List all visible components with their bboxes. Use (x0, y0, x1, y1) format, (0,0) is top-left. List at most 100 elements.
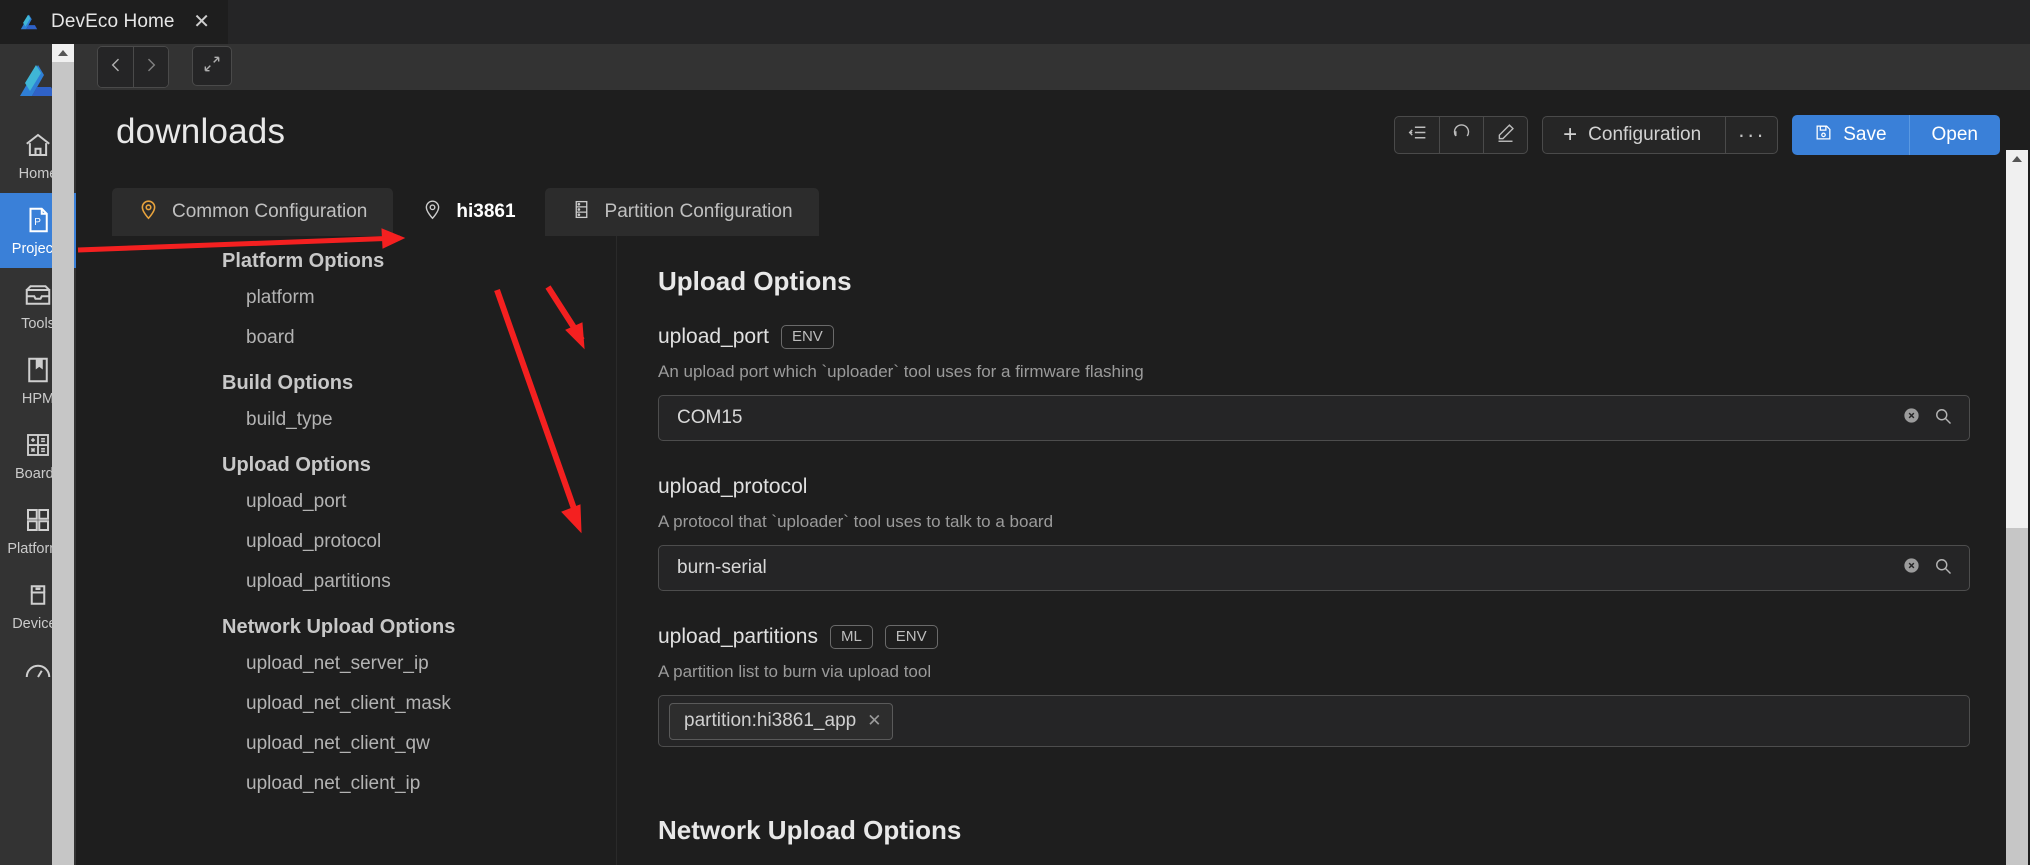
tree-group-upload-options: Upload Options (222, 454, 371, 476)
open-button[interactable]: Open (1910, 115, 2000, 155)
chip-remove-icon[interactable]: ✕ (867, 711, 881, 731)
field-description: An upload port which `uploader` tool use… (658, 362, 1144, 381)
project-file-icon: P (23, 205, 53, 235)
status-badge-env: ENV (884, 625, 938, 649)
close-icon[interactable]: ✕ (192, 12, 212, 32)
pencil-edit-icon (1495, 122, 1516, 148)
chip-label: partition:hi3861_app (684, 709, 857, 731)
map-pin-icon (422, 199, 443, 226)
calculator-icon (23, 430, 53, 460)
tree-item-upload-protocol[interactable]: upload_protocol (112, 522, 616, 562)
config-body: Platform Options platform board Build Op… (76, 236, 2030, 865)
toolbox-icon (23, 280, 53, 310)
sidebar-scrollbar[interactable] (52, 44, 74, 865)
gauge-icon (23, 657, 53, 687)
expand-button[interactable] (192, 46, 232, 86)
search-icon[interactable] (1933, 556, 1953, 581)
floppy-save-icon (1814, 123, 1833, 148)
edit-button[interactable] (1483, 117, 1527, 153)
clear-circle-icon[interactable] (1902, 556, 1921, 580)
window-tab-deveco-home[interactable]: DevEco Home ✕ (0, 0, 228, 44)
add-configuration-label: Configuration (1588, 124, 1702, 145)
field-header: upload_partitions ML ENV (658, 625, 1970, 649)
configuration-tabs: Common Configuration hi3861 Partition Co… (112, 188, 819, 236)
tab-label: Common Configuration (172, 201, 368, 222)
open-label: Open (1931, 124, 1978, 145)
tree-item-upload-net-client-ip[interactable]: upload_net_client_ip (112, 764, 616, 804)
field-header: upload_protocol (658, 475, 1970, 499)
field-label: upload_protocol (658, 475, 808, 498)
input-value: burn-serial (677, 557, 767, 578)
tab-label: Partition Configuration (604, 201, 793, 222)
main-panel: downloads + Configuration ··· Save Open … (76, 90, 2030, 865)
window-tab-label: DevEco Home (51, 11, 175, 32)
chip-partition-hi3861-app[interactable]: partition:hi3861_app ✕ (669, 702, 894, 740)
upload-port-input[interactable]: COM15 (658, 395, 1970, 441)
sidebar-scrollbar-thumb[interactable] (52, 62, 74, 865)
bookmark-book-icon (23, 355, 53, 385)
save-label: Save (1843, 124, 1887, 145)
clear-circle-icon[interactable] (1902, 406, 1921, 430)
section-title-upload-options: Upload Options (658, 266, 852, 296)
add-configuration-button[interactable]: + Configuration (1543, 117, 1725, 153)
server-list-icon (571, 199, 592, 226)
options-tree[interactable]: Platform Options platform board Build Op… (112, 236, 617, 865)
collapse-list-button[interactable] (1395, 117, 1439, 153)
input-actions (1902, 546, 1953, 590)
app-root: DevEco Home ✕ Home P Projects Tools HPM … (0, 0, 2030, 865)
chevron-right-icon (141, 55, 161, 80)
undo-button[interactable] (1439, 117, 1483, 153)
scroll-up-arrow-icon[interactable] (2006, 150, 2028, 168)
field-upload-partitions: upload_partitions ML ENV A partition lis… (658, 625, 1970, 747)
tree-item-upload-partitions[interactable]: upload_partitions (112, 562, 616, 602)
save-button[interactable]: Save (1792, 115, 1910, 155)
navigation-strip (76, 44, 2030, 90)
forward-button[interactable] (133, 47, 168, 87)
tab-partition-configuration[interactable]: Partition Configuration (544, 188, 819, 236)
tab-hi3861[interactable]: hi3861 (396, 188, 542, 236)
undo-circle-icon (1451, 122, 1472, 148)
field-label: upload_port (658, 325, 769, 348)
sidebar-item-label: Tools (21, 315, 55, 332)
section-title-network-upload-options: Network Upload Options (658, 815, 962, 845)
page-header: downloads + Configuration ··· Save Open (76, 90, 2030, 190)
configuration-group: + Configuration ··· (1542, 116, 1779, 154)
toolbar-icon-group (1394, 116, 1529, 154)
primary-action-group: Save Open (1792, 115, 2000, 155)
map-pin-icon (138, 199, 159, 226)
detail-pane: Upload Options upload_port ENV An upload… (618, 236, 2030, 865)
content-scrollbar[interactable] (2006, 150, 2028, 865)
tree-item-upload-net-client-mask[interactable]: upload_net_client_mask (112, 684, 616, 724)
input-actions (1902, 396, 1953, 440)
grid-squares-icon (23, 505, 53, 535)
usb-device-icon (23, 580, 53, 610)
upload-partitions-input[interactable]: partition:hi3861_app ✕ (658, 695, 1970, 747)
search-icon[interactable] (1933, 406, 1953, 431)
chevron-left-icon (106, 55, 126, 80)
input-value: COM15 (677, 407, 743, 428)
nav-button-group (97, 46, 169, 88)
field-upload-port: upload_port ENV An upload port which `up… (658, 325, 1970, 441)
tree-group-network-upload-options: Network Upload Options (222, 616, 456, 638)
tree-group-platform-options: Platform Options (222, 250, 385, 272)
back-button[interactable] (98, 47, 133, 87)
page-toolbar: + Configuration ··· Save Open (1394, 115, 2000, 155)
tree-item-platform[interactable]: platform (112, 278, 616, 318)
upload-protocol-input[interactable]: burn-serial (658, 545, 1970, 591)
tree-item-build-type[interactable]: build_type (112, 400, 616, 440)
tab-common-configuration[interactable]: Common Configuration (112, 188, 394, 236)
field-header: upload_port ENV (658, 325, 1970, 349)
tree-item-upload-net-client-qw[interactable]: upload_net_client_qw (112, 724, 616, 764)
content-scrollbar-thumb[interactable] (2006, 528, 2028, 865)
title-bar: DevEco Home ✕ (0, 0, 2030, 44)
scroll-up-arrow-icon[interactable] (52, 44, 74, 62)
tree-item-upload-net-server-ip[interactable]: upload_net_server_ip (112, 644, 616, 684)
field-description: A protocol that `uploader` tool uses to … (658, 512, 1054, 531)
more-options-button[interactable]: ··· (1725, 117, 1777, 153)
tree-item-board[interactable]: board (112, 318, 616, 358)
field-description: A partition list to burn via upload tool (658, 662, 932, 681)
plus-icon: + (1563, 121, 1578, 148)
tab-label: hi3861 (456, 201, 516, 222)
field-label: upload_partitions (658, 625, 818, 648)
tree-item-upload-port[interactable]: upload_port (112, 482, 616, 522)
